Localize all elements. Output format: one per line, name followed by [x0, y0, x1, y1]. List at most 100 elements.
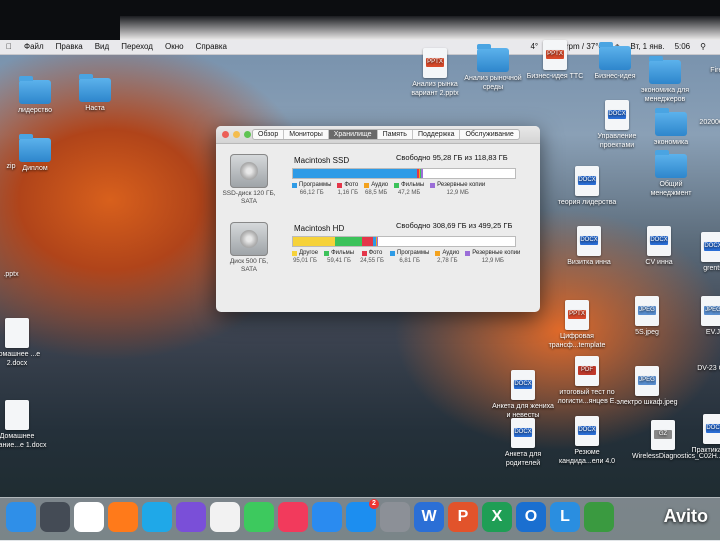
menu-window[interactable]: Окно	[165, 42, 184, 51]
finder-icon[interactable]	[6, 502, 36, 532]
desktop-icon[interactable]: экономика для менеджеров	[634, 56, 696, 104]
music-icon[interactable]	[278, 502, 308, 532]
tab-memory[interactable]: Память	[378, 130, 413, 139]
legend-item: Аудио 68,5 МБ	[364, 182, 388, 196]
desktop-icon[interactable]: Наста	[64, 74, 126, 113]
desktop-icon[interactable]: DOCX Управление проектами	[586, 100, 648, 150]
viber-icon[interactable]	[176, 502, 206, 532]
outlook-icon[interactable]: O	[516, 502, 546, 532]
file-type-badge: PDF	[578, 366, 596, 375]
desktop-icon[interactable]: .pptx	[0, 270, 42, 279]
legend-item: Фото 1,16 ГБ	[337, 182, 358, 196]
desktop-icon-label: Домашнее задание...е 1.docx	[0, 433, 47, 449]
desktop-icon-label: CV инна	[645, 259, 673, 266]
messages-icon[interactable]	[244, 502, 274, 532]
legend-label: Программы	[396, 250, 430, 256]
document-icon: PPTX	[565, 300, 589, 330]
desktop-icon[interactable]: DOCX grents	[682, 232, 720, 273]
desktop-icon-label: Анализ рынка вариант 2.pptx	[411, 81, 459, 97]
tab-storage[interactable]: Хранилище	[328, 130, 378, 139]
appstore-icon[interactable]: 2	[346, 499, 379, 532]
file-type-badge: DOCX	[706, 424, 720, 433]
desktop-icon[interactable]: PPTX Цифровая трансф...template	[546, 300, 608, 350]
launchpad-icon[interactable]	[40, 502, 70, 532]
zoom-button[interactable]	[244, 131, 251, 138]
desktop-icon[interactable]: JPEG 5S.jpeg	[616, 296, 678, 337]
desktop-icon[interactable]: DOCX Анкета для родителей	[492, 418, 554, 468]
minimize-button[interactable]	[233, 131, 240, 138]
excel-icon[interactable]: X	[482, 502, 512, 532]
lync-icon[interactable]: L	[550, 502, 580, 532]
word-icon[interactable]: W	[414, 502, 444, 532]
legend-label: Фильмы	[331, 250, 355, 256]
tab-displays[interactable]: Мониторы	[284, 130, 329, 139]
desktop-icon[interactable]: DOCX теория лидерства	[556, 166, 618, 207]
document-icon: DOCX	[703, 414, 720, 444]
menu-file[interactable]: Файл	[24, 42, 44, 51]
menu-edit[interactable]: Правка	[56, 42, 83, 51]
tab-overview[interactable]: Обзор	[253, 130, 285, 139]
tab-support[interactable]: Поддержка	[413, 130, 461, 139]
spotlight-icon[interactable]: ⚲	[700, 42, 706, 51]
desktop-icon[interactable]: PDF итоговый тест по логисти...янцев Е.	[556, 356, 618, 406]
file-type-badge: DOCX	[514, 428, 532, 437]
skype-icon[interactable]	[142, 502, 172, 532]
file-type-badge: JPEG	[638, 376, 656, 385]
desktop-icon[interactable]: DOCX Резюме кандида...ели 4.0	[556, 416, 618, 466]
apple-menu-icon[interactable]: 	[6, 42, 12, 51]
desktop-icon[interactable]: Firefox	[690, 66, 720, 75]
desktop-icon[interactable]: лидерство	[4, 76, 66, 115]
menu-help[interactable]: Справка	[196, 42, 227, 51]
legend-label: Программы	[299, 182, 332, 188]
firefox-icon[interactable]	[108, 502, 138, 532]
document-icon: JPEG	[701, 296, 720, 326]
tab-service[interactable]: Обслуживание	[460, 130, 518, 139]
powerpoint-icon[interactable]: P	[448, 502, 478, 532]
desktop-icon[interactable]: DOCX CV инна	[628, 226, 690, 267]
file-type-badge: DOCX	[650, 236, 668, 245]
legend-swatch	[337, 182, 343, 188]
desktop-icon-label: Бизнес-идея ТТС	[526, 73, 584, 80]
desktop-icon[interactable]: DOCX Анкета для жениха и невесты	[492, 370, 554, 420]
clock-status[interactable]: 5:06	[675, 42, 691, 51]
desktop-icon[interactable]: JPEG электро шкаф.jpeg	[616, 366, 678, 407]
desktop-icon[interactable]: PPTX Бизнес-идея ТТС	[524, 40, 586, 81]
drive-free-space: Свободно 308,69 ГБ из 499,25 ГБ	[396, 221, 513, 230]
desktop-icon[interactable]: zip	[0, 162, 42, 171]
legend-item: Резервные копии 12,9 МБ	[430, 182, 485, 196]
desktop-icon[interactable]: Общий менеджмент	[640, 150, 702, 198]
desktop-icon-label: Общий менеджмент	[650, 181, 692, 197]
desktop-icon-label: zip	[6, 163, 16, 170]
appstore-alt-icon[interactable]	[312, 502, 342, 532]
close-button[interactable]	[222, 131, 229, 138]
document-icon: DOCX	[511, 418, 535, 448]
photos-icon[interactable]	[210, 502, 240, 532]
desktop-icon-label: EV.J	[705, 329, 720, 336]
desktop-icon-label: Наста	[85, 105, 105, 112]
drive-free-space: Свободно 95,28 ГБ из 118,83 ГБ	[396, 153, 508, 162]
desktop-icon[interactable]: Анализ рыночной среды	[462, 44, 524, 92]
desktop-icon[interactable]: Домашнее ...е 2.docx	[0, 318, 48, 368]
network-icon[interactable]	[584, 502, 614, 532]
legend-size: 47,2 МБ	[398, 190, 421, 196]
desktop-icon[interactable]: DOCX Практика.docx	[684, 414, 720, 455]
desktop-icon[interactable]: Домашнее задание...е 1.docx	[0, 400, 48, 450]
system-preferences-icon[interactable]	[380, 502, 410, 532]
desktop-icon[interactable]: DOCX Визитка инна	[558, 226, 620, 267]
window-titlebar[interactable]: Обзор Мониторы Хранилище Память Поддержк…	[216, 126, 540, 144]
legend-swatch	[435, 250, 441, 256]
folder-icon	[19, 76, 51, 104]
document-icon: PPTX	[543, 40, 567, 70]
document-icon: DOCX	[575, 416, 599, 446]
menu-go[interactable]: Переход	[121, 42, 153, 51]
monitor-bezel	[0, 0, 720, 40]
app-letter: L	[560, 508, 570, 525]
desktop-icon[interactable]: DV-23 GA	[682, 364, 720, 373]
menu-view[interactable]: Вид	[95, 42, 109, 51]
desktop-icon[interactable]: PPTX Анализ рынка вариант 2.pptx	[404, 48, 466, 98]
desktop-icon[interactable]: JPEG EV.J	[682, 296, 720, 337]
hard-drive-icon	[230, 154, 268, 188]
desktop-icon[interactable]: 20200604	[684, 118, 720, 127]
app-letter: O	[524, 508, 538, 525]
chrome-icon[interactable]	[74, 502, 104, 532]
